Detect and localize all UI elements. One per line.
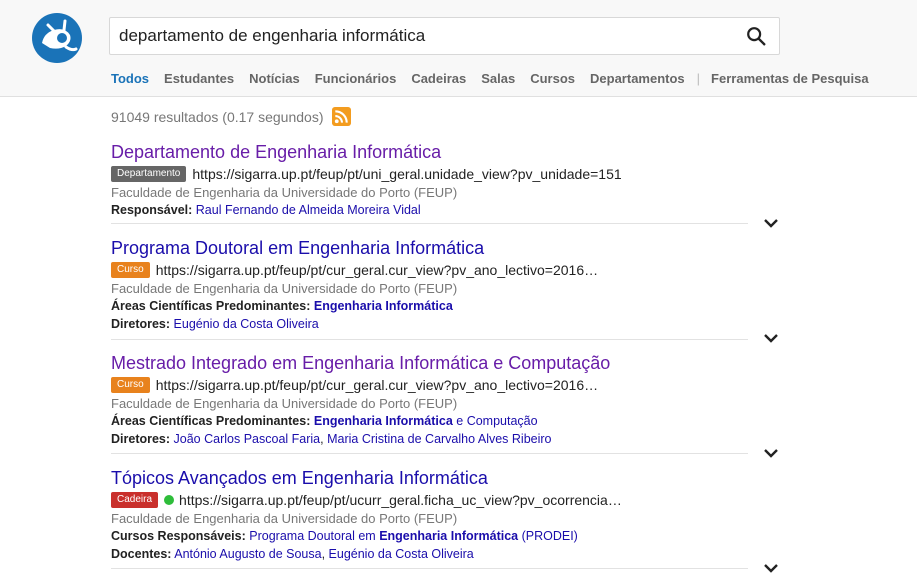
area-link-bold: Engenharia Informática — [313, 414, 453, 428]
result-type-badge: Curso — [111, 262, 150, 278]
result-meta-row: Áreas Científicas Predominantes: Engenha… — [111, 297, 751, 315]
tab-salas[interactable]: Salas — [481, 71, 515, 86]
results-stats: 91049 resultados (0.17 segundos) — [111, 107, 352, 126]
area-link[interactable]: Engenharia Informática — [314, 299, 453, 313]
search-result: Programa Doutoral em Engenharia Informát… — [111, 237, 751, 333]
search-icon[interactable] — [745, 25, 767, 47]
tab-cursos[interactable]: Cursos — [530, 71, 575, 86]
result-meta-row: Cursos Responsáveis: Programa Doutoral e… — [111, 527, 751, 545]
result-title-link[interactable]: Tópicos Avançados em Engenharia Informát… — [111, 467, 751, 489]
result-divider — [111, 339, 748, 340]
person-link[interactable]: João Carlos Pascoal Faria — [174, 432, 321, 446]
result-title-link[interactable]: Mestrado Integrado em Engenharia Informá… — [111, 352, 751, 374]
result-faculty: Faculdade de Engenharia da Universidade … — [111, 511, 458, 526]
tab-ferramentas-pesquisa[interactable]: Ferramentas de Pesquisa — [711, 71, 869, 86]
course-link-a: Programa Doutoral em — [249, 529, 380, 543]
header: Todos Estudantes Notícias Funcionários C… — [0, 0, 917, 97]
search-box — [109, 17, 780, 55]
results-count-text: 91049 resultados (0.17 segundos) — [111, 108, 324, 125]
course-link-bold: Engenharia Informática — [379, 529, 519, 543]
result-url: https://sigarra.up.pt/feup/pt/cur_geral.… — [155, 377, 599, 393]
sigarra-logo-icon[interactable] — [32, 13, 82, 63]
meta-label: Cursos Responsáveis: — [111, 529, 246, 543]
result-meta-row: Diretores: João Carlos Pascoal Faria, Ma… — [111, 430, 751, 448]
meta-label: Docentes: — [111, 547, 172, 561]
result-meta-row: Responsável: Raul Fernando de Almeida Mo… — [111, 201, 751, 219]
search-result: Tópicos Avançados em Engenharia Informát… — [111, 467, 751, 563]
chevron-down-icon[interactable] — [762, 216, 780, 230]
search-result: Mestrado Integrado em Engenharia Informá… — [111, 352, 751, 448]
tab-funcionarios[interactable]: Funcionários — [315, 71, 397, 86]
result-divider — [111, 453, 748, 454]
result-faculty: Faculdade de Engenharia da Universidade … — [111, 281, 458, 296]
result-meta-row: Áreas Científicas Predominantes: Engenha… — [111, 412, 751, 430]
person-link[interactable]: Eugénio da Costa Oliveira — [329, 547, 474, 561]
result-type-badge: Curso — [111, 377, 150, 393]
meta-label: Diretores: — [111, 317, 171, 331]
person-link[interactable]: Maria Cristina de Carvalho Alves Ribeiro — [327, 432, 551, 446]
chevron-down-icon[interactable] — [762, 331, 780, 345]
search-input[interactable] — [119, 18, 719, 54]
meta-label: Áreas Científicas Predominantes: — [111, 299, 311, 313]
tab-noticias[interactable]: Notícias — [249, 71, 300, 86]
tab-cadeiras[interactable]: Cadeiras — [411, 71, 466, 86]
course-link-c: (PRODEI) — [518, 529, 578, 543]
course-link[interactable]: Programa Doutoral em Engenharia Informát… — [249, 529, 578, 543]
rss-feed-icon[interactable] — [332, 107, 352, 126]
meta-label: Responsável: — [111, 203, 193, 217]
result-meta-row: Docentes: António Augusto de Sousa, Eugé… — [111, 545, 751, 563]
result-faculty: Faculdade de Engenharia da Universidade … — [111, 185, 458, 200]
search-result: Departamento de Engenharia Informática D… — [111, 141, 751, 219]
person-link[interactable]: Raul Fernando de Almeida Moreira Vidal — [196, 203, 421, 217]
result-url-line: Cadeira https://sigarra.up.pt/feup/pt/uc… — [111, 491, 751, 509]
result-divider — [111, 223, 748, 224]
result-url-line: Departamento https://sigarra.up.pt/feup/… — [111, 165, 751, 183]
result-title-link[interactable]: Departamento de Engenharia Informática — [111, 141, 751, 163]
meta-label: Áreas Científicas Predominantes: — [111, 414, 311, 428]
area-link-rest: e Computação — [452, 414, 538, 428]
result-divider — [111, 568, 748, 569]
area-link[interactable]: Engenharia Informática e Computação — [314, 414, 538, 428]
result-type-badge: Cadeira — [111, 492, 159, 508]
tab-estudantes[interactable]: Estudantes — [164, 71, 234, 86]
active-status-dot-icon — [164, 495, 175, 505]
result-meta-row: Diretores: Eugénio da Costa Oliveira — [111, 315, 751, 333]
chevron-down-icon[interactable] — [762, 561, 780, 575]
person-link[interactable]: António Augusto de Sousa — [174, 547, 321, 561]
tab-divider: | — [696, 70, 701, 86]
search-tabs: Todos Estudantes Notícias Funcionários C… — [111, 69, 884, 87]
result-title-link[interactable]: Programa Doutoral em Engenharia Informát… — [111, 237, 751, 259]
separator: , — [321, 547, 329, 561]
result-url-line: Curso https://sigarra.up.pt/feup/pt/cur_… — [111, 376, 751, 394]
result-type-badge: Departamento — [111, 166, 187, 182]
result-url: https://sigarra.up.pt/feup/pt/uni_geral.… — [192, 166, 622, 182]
result-url-line: Curso https://sigarra.up.pt/feup/pt/cur_… — [111, 261, 751, 279]
tab-departamentos[interactable]: Departamentos — [590, 71, 685, 86]
person-link[interactable]: Eugénio da Costa Oliveira — [174, 317, 319, 331]
result-faculty: Faculdade de Engenharia da Universidade … — [111, 396, 458, 411]
tab-todos[interactable]: Todos — [111, 71, 149, 86]
chevron-down-icon[interactable] — [762, 446, 780, 460]
result-url: https://sigarra.up.pt/feup/pt/cur_geral.… — [155, 262, 599, 278]
meta-label: Diretores: — [111, 432, 171, 446]
result-url: https://sigarra.up.pt/feup/pt/ucurr_gera… — [179, 492, 622, 508]
